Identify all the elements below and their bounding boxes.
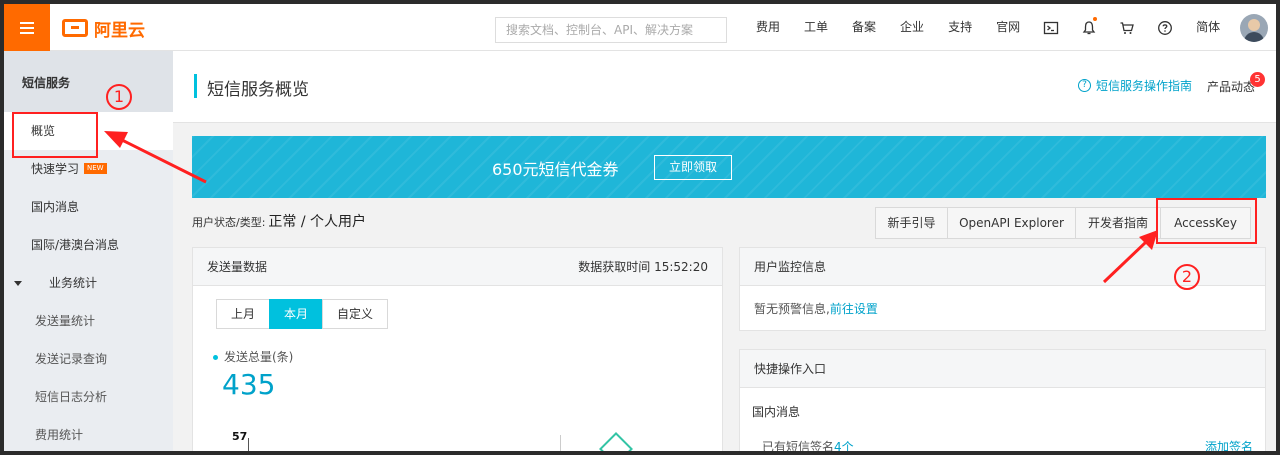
sidebar-item-send-stats[interactable]: 发送量统计 xyxy=(4,302,173,340)
annotation-box-overview xyxy=(12,112,98,158)
send-volume-panel: 发送量数据 数据获取时间 15:52:20 上月 本月 自定义 发送总量(条) … xyxy=(192,247,723,451)
bell-icon[interactable] xyxy=(1070,4,1108,51)
chart-divider xyxy=(560,435,561,451)
hamburger-icon xyxy=(20,26,34,29)
title-accent-bar xyxy=(194,74,197,98)
language-switch[interactable]: 简体 xyxy=(1184,4,1232,51)
news-count-badge: 5 xyxy=(1250,72,1265,87)
annotation-marker-2: 2 xyxy=(1174,264,1200,290)
nav-icp[interactable]: 备案 xyxy=(840,4,888,51)
sidebar-item-international[interactable]: 国际/港澳台消息 xyxy=(4,226,173,264)
sidebar-group-label: 业务统计 xyxy=(49,276,98,290)
sidebar-item-cost-stats[interactable]: 费用统计 xyxy=(4,416,173,451)
quick-actions-panel: 快捷操作入口 国内消息 已有短信签名4个 添加签名 xyxy=(739,349,1266,451)
beginner-guide-button[interactable]: 新手引导 xyxy=(875,207,948,239)
metric-value: 435 xyxy=(222,368,276,401)
metric-label: 发送总量(条) xyxy=(213,348,293,365)
signature-count-value: 4个 xyxy=(834,440,854,451)
question-icon: ? xyxy=(1078,79,1091,92)
fetch-time: 数据获取时间 15:52:20 xyxy=(578,260,708,274)
annotation-box-accesskey xyxy=(1156,198,1257,244)
aliyun-logo-icon xyxy=(62,19,88,37)
top-nav: 费用 工单 备案 企业 支持 官网 简体 xyxy=(744,4,1232,51)
terminal-icon[interactable] xyxy=(1032,4,1070,51)
go-settings-link[interactable]: 前往设置 xyxy=(830,302,878,316)
openapi-explorer-button[interactable]: OpenAPI Explorer xyxy=(947,207,1076,239)
promo-banner[interactable]: 650元短信代金券 立即领取 xyxy=(192,136,1266,198)
sidebar: 短信服务 概览 快速学习 NEW 国内消息 国际/港澳台消息 业务统计 发送量统计… xyxy=(4,51,173,451)
sidebar-item-domestic[interactable]: 国内消息 xyxy=(4,188,173,226)
help-icon[interactable] xyxy=(1146,4,1184,51)
annotation-marker-1: 1 xyxy=(106,84,132,110)
user-avatar[interactable] xyxy=(1240,14,1268,42)
tab-this-month[interactable]: 本月 xyxy=(269,299,324,329)
user-status-label: 用户状态/类型: xyxy=(192,216,266,229)
nav-fees[interactable]: 费用 xyxy=(744,4,792,51)
guide-link[interactable]: ? 短信服务操作指南 xyxy=(1078,77,1192,94)
aliyun-logo[interactable]: 阿里云 xyxy=(62,17,145,41)
sidebar-title: 短信服务 xyxy=(4,51,173,112)
developer-guide-button[interactable]: 开发者指南 xyxy=(1075,207,1161,239)
nav-official-site[interactable]: 官网 xyxy=(984,4,1032,51)
signature-count: 已有短信签名4个 xyxy=(762,438,854,451)
banner-text: 650元短信代金券 xyxy=(492,160,619,179)
app-window: 阿里云 搜索文档、控制台、API、解决方案 费用 工单 备案 企业 支持 官网 … xyxy=(4,4,1276,451)
menu-toggle-button[interactable] xyxy=(4,4,50,51)
tab-last-month[interactable]: 上月 xyxy=(216,299,271,329)
chart-axis-max-label: 57 xyxy=(232,430,248,443)
page-title: 短信服务概览 xyxy=(207,80,309,100)
claim-button[interactable]: 立即领取 xyxy=(654,155,732,180)
search-input[interactable]: 搜索文档、控制台、API、解决方案 xyxy=(495,17,727,43)
top-navbar: 阿里云 搜索文档、控制台、API、解决方案 费用 工单 备案 企业 支持 官网 … xyxy=(4,4,1276,51)
quick-actions-section: 国内消息 xyxy=(752,405,801,419)
guide-link-label: 短信服务操作指南 xyxy=(1096,79,1193,93)
product-news-link[interactable]: 产品动态 xyxy=(1207,78,1255,95)
nav-enterprise[interactable]: 企业 xyxy=(888,4,936,51)
chart-diamond-marker xyxy=(599,432,633,451)
caret-down-icon xyxy=(14,281,22,286)
quick-actions-header: 快捷操作入口 xyxy=(740,350,1265,388)
sidebar-group-statistics[interactable]: 业务统计 xyxy=(4,264,173,302)
monitor-text: 暂无预警信息, xyxy=(754,302,830,316)
sidebar-item-label: 快速学习 xyxy=(31,162,80,176)
logo-text: 阿里云 xyxy=(94,20,145,41)
new-badge: NEW xyxy=(84,163,107,174)
send-volume-panel-header: 发送量数据 数据获取时间 15:52:20 xyxy=(193,248,722,286)
nav-tickets[interactable]: 工单 xyxy=(792,4,840,51)
add-signature-link[interactable]: 添加签名 xyxy=(1205,438,1253,451)
monitor-info: 暂无预警信息,前往设置 xyxy=(740,286,1265,331)
sidebar-item-log-analysis[interactable]: 短信日志分析 xyxy=(4,378,173,416)
chart-y-axis xyxy=(248,438,249,451)
tab-custom[interactable]: 自定义 xyxy=(322,299,389,329)
sidebar-item-send-records[interactable]: 发送记录查询 xyxy=(4,340,173,378)
page-header: 短信服务概览 ? 短信服务操作指南 产品动态 5 xyxy=(173,51,1276,123)
user-status-value: 正常 / 个人用户 xyxy=(268,214,367,230)
period-tabs: 上月 本月 自定义 xyxy=(216,299,389,329)
send-volume-title: 发送量数据 xyxy=(207,260,268,274)
cart-icon[interactable] xyxy=(1108,4,1146,51)
user-status: 用户状态/类型: 正常 / 个人用户 xyxy=(192,211,366,231)
nav-support[interactable]: 支持 xyxy=(936,4,984,51)
signature-count-text: 已有短信签名 xyxy=(762,440,835,451)
